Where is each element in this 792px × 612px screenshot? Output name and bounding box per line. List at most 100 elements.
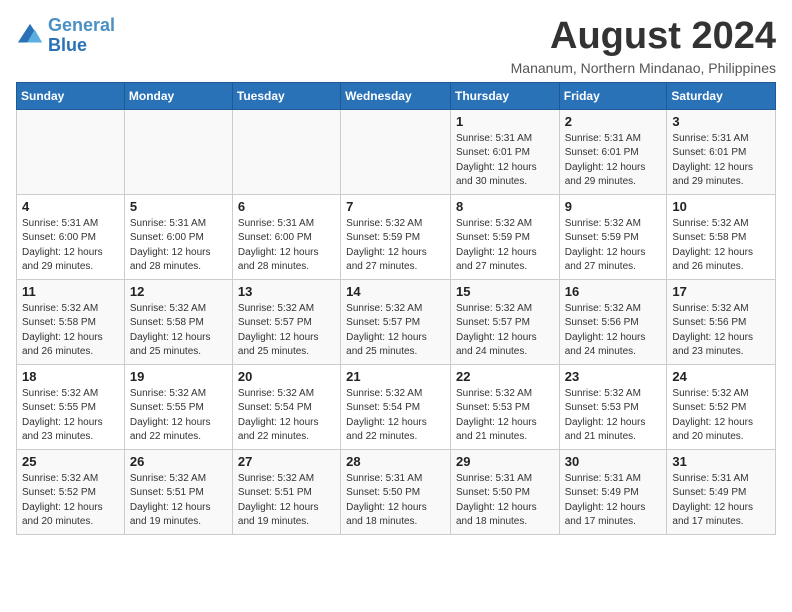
day-number: 11: [22, 284, 119, 299]
day-number: 1: [456, 114, 554, 129]
calendar-cell: 23Sunrise: 5:32 AM Sunset: 5:53 PM Dayli…: [559, 364, 667, 449]
calendar-cell: 2Sunrise: 5:31 AM Sunset: 6:01 PM Daylig…: [559, 109, 667, 194]
calendar-cell: 9 Sunrise: 5:32 AM Sunset: 5:59 PM Daylig…: [559, 194, 667, 279]
weekday-header: Saturday: [667, 82, 776, 109]
weekday-header: Thursday: [450, 82, 559, 109]
day-info: Sunrise: 5:31 AM Sunset: 6:01 PM Dayligh…: [456, 132, 554, 190]
calendar-cell: [232, 109, 340, 194]
day-info: Sunrise: 5:32 AM Sunset: 5:56 PM Dayligh…: [565, 302, 662, 360]
calendar-cell: 20 Sunrise: 5:32 AM Sunset: 5:54 PM Dayli…: [232, 364, 340, 449]
day-number: 22: [456, 369, 554, 384]
day-number: 15: [456, 284, 554, 299]
calendar-cell: 5Sunrise: 5:31 AM Sunset: 6:00 PM Daylig…: [124, 194, 232, 279]
weekday-header: Sunday: [17, 82, 125, 109]
day-info: Sunrise: 5:32 AM Sunset: 5:57 PM Dayligh…: [238, 302, 335, 360]
day-number: 10: [672, 199, 770, 214]
calendar-cell: 4Sunrise: 5:31 AM Sunset: 6:00 PM Daylig…: [17, 194, 125, 279]
day-info: Sunrise: 5:32 AM Sunset: 5:57 PM Dayligh…: [346, 302, 445, 360]
calendar-week-row: 18 Sunrise: 5:32 AM Sunset: 5:55 PM Dayli…: [17, 364, 776, 449]
day-info: Sunrise: 5:32 AM Sunset: 5:51 PM Dayligh…: [130, 472, 227, 530]
day-info: Sunrise: 5:31 AM Sunset: 6:01 PM Dayligh…: [672, 132, 770, 190]
calendar-cell: 21 Sunrise: 5:32 AM Sunset: 5:54 PM Dayli…: [341, 364, 451, 449]
calendar-header-row: SundayMondayTuesdayWednesdayThursdayFrid…: [17, 82, 776, 109]
day-number: 12: [130, 284, 227, 299]
weekday-header: Tuesday: [232, 82, 340, 109]
logo-line1: General: [48, 15, 115, 35]
calendar-cell: 8 Sunrise: 5:32 AM Sunset: 5:59 PM Daylig…: [450, 194, 559, 279]
day-number: 9: [565, 199, 662, 214]
day-info: Sunrise: 5:32 AM Sunset: 5:57 PM Dayligh…: [456, 302, 554, 360]
calendar-week-row: 4Sunrise: 5:31 AM Sunset: 6:00 PM Daylig…: [17, 194, 776, 279]
calendar-cell: 11 Sunrise: 5:32 AM Sunset: 5:58 PM Dayli…: [17, 279, 125, 364]
day-number: 25: [22, 454, 119, 469]
day-info: Sunrise: 5:32 AM Sunset: 5:54 PM Dayligh…: [238, 387, 335, 445]
calendar-cell: 28 Sunrise: 5:31 AM Sunset: 5:50 PM Dayli…: [341, 449, 451, 534]
day-info: Sunrise: 5:32 AM Sunset: 5:58 PM Dayligh…: [130, 302, 227, 360]
calendar-subtitle: Mananum, Northern Mindanao, Philippines: [511, 60, 776, 76]
calendar-cell: [341, 109, 451, 194]
day-info: Sunrise: 5:31 AM Sunset: 5:49 PM Dayligh…: [672, 472, 770, 530]
day-info: Sunrise: 5:32 AM Sunset: 5:52 PM Dayligh…: [22, 472, 119, 530]
day-number: 7: [346, 199, 445, 214]
calendar-cell: 17 Sunrise: 5:32 AM Sunset: 5:56 PM Dayli…: [667, 279, 776, 364]
day-number: 18: [22, 369, 119, 384]
day-info: Sunrise: 5:32 AM Sunset: 5:59 PM Dayligh…: [456, 217, 554, 275]
calendar-cell: 15 Sunrise: 5:32 AM Sunset: 5:57 PM Dayli…: [450, 279, 559, 364]
calendar-title: August 2024: [511, 16, 776, 58]
day-number: 2: [565, 114, 662, 129]
calendar-cell: [17, 109, 125, 194]
day-info: Sunrise: 5:32 AM Sunset: 5:53 PM Dayligh…: [456, 387, 554, 445]
calendar-cell: 31 Sunrise: 5:31 AM Sunset: 5:49 PM Dayli…: [667, 449, 776, 534]
logo-text: General Blue: [48, 16, 115, 56]
day-info: Sunrise: 5:32 AM Sunset: 5:59 PM Dayligh…: [565, 217, 662, 275]
calendar-cell: 22 Sunrise: 5:32 AM Sunset: 5:53 PM Dayli…: [450, 364, 559, 449]
day-info: Sunrise: 5:32 AM Sunset: 5:55 PM Dayligh…: [130, 387, 227, 445]
calendar-cell: 18 Sunrise: 5:32 AM Sunset: 5:55 PM Dayli…: [17, 364, 125, 449]
day-info: Sunrise: 5:31 AM Sunset: 6:00 PM Dayligh…: [238, 217, 335, 275]
calendar-cell: 12 Sunrise: 5:32 AM Sunset: 5:58 PM Dayli…: [124, 279, 232, 364]
day-info: Sunrise: 5:32 AM Sunset: 5:58 PM Dayligh…: [22, 302, 119, 360]
day-number: 26: [130, 454, 227, 469]
weekday-header: Wednesday: [341, 82, 451, 109]
calendar-cell: 19 Sunrise: 5:32 AM Sunset: 5:55 PM Dayli…: [124, 364, 232, 449]
calendar-cell: 30Sunrise: 5:31 AM Sunset: 5:49 PM Dayli…: [559, 449, 667, 534]
day-number: 19: [130, 369, 227, 384]
day-number: 31: [672, 454, 770, 469]
calendar-cell: 26 Sunrise: 5:32 AM Sunset: 5:51 PM Dayli…: [124, 449, 232, 534]
day-number: 24: [672, 369, 770, 384]
day-info: Sunrise: 5:31 AM Sunset: 5:50 PM Dayligh…: [456, 472, 554, 530]
calendar-cell: 13Sunrise: 5:32 AM Sunset: 5:57 PM Dayli…: [232, 279, 340, 364]
day-number: 3: [672, 114, 770, 129]
day-number: 6: [238, 199, 335, 214]
day-info: Sunrise: 5:32 AM Sunset: 5:55 PM Dayligh…: [22, 387, 119, 445]
calendar-cell: 27Sunrise: 5:32 AM Sunset: 5:51 PM Dayli…: [232, 449, 340, 534]
day-number: 17: [672, 284, 770, 299]
calendar-cell: 3 Sunrise: 5:31 AM Sunset: 6:01 PM Daylig…: [667, 109, 776, 194]
day-info: Sunrise: 5:32 AM Sunset: 5:51 PM Dayligh…: [238, 472, 335, 530]
day-info: Sunrise: 5:32 AM Sunset: 5:56 PM Dayligh…: [672, 302, 770, 360]
calendar-cell: 25 Sunrise: 5:32 AM Sunset: 5:52 PM Dayli…: [17, 449, 125, 534]
title-block: August 2024 Mananum, Northern Mindanao, …: [511, 16, 776, 76]
day-number: 20: [238, 369, 335, 384]
calendar-cell: 16 Sunrise: 5:32 AM Sunset: 5:56 PM Dayli…: [559, 279, 667, 364]
calendar-cell: 7 Sunrise: 5:32 AM Sunset: 5:59 PM Daylig…: [341, 194, 451, 279]
calendar-cell: 1 Sunrise: 5:31 AM Sunset: 6:01 PM Daylig…: [450, 109, 559, 194]
day-number: 29: [456, 454, 554, 469]
day-number: 16: [565, 284, 662, 299]
day-info: Sunrise: 5:31 AM Sunset: 5:50 PM Dayligh…: [346, 472, 445, 530]
calendar-cell: 10Sunrise: 5:32 AM Sunset: 5:58 PM Dayli…: [667, 194, 776, 279]
day-number: 14: [346, 284, 445, 299]
logo-icon: [16, 22, 44, 50]
calendar-week-row: 25 Sunrise: 5:32 AM Sunset: 5:52 PM Dayli…: [17, 449, 776, 534]
day-info: Sunrise: 5:31 AM Sunset: 6:00 PM Dayligh…: [130, 217, 227, 275]
day-info: Sunrise: 5:32 AM Sunset: 5:59 PM Dayligh…: [346, 217, 445, 275]
day-number: 28: [346, 454, 445, 469]
day-number: 8: [456, 199, 554, 214]
calendar-table: SundayMondayTuesdayWednesdayThursdayFrid…: [16, 82, 776, 535]
calendar-cell: 29 Sunrise: 5:31 AM Sunset: 5:50 PM Dayli…: [450, 449, 559, 534]
day-info: Sunrise: 5:32 AM Sunset: 5:54 PM Dayligh…: [346, 387, 445, 445]
calendar-cell: 14 Sunrise: 5:32 AM Sunset: 5:57 PM Dayli…: [341, 279, 451, 364]
calendar-week-row: 1 Sunrise: 5:31 AM Sunset: 6:01 PM Daylig…: [17, 109, 776, 194]
day-number: 21: [346, 369, 445, 384]
logo-line2: Blue: [48, 35, 87, 55]
